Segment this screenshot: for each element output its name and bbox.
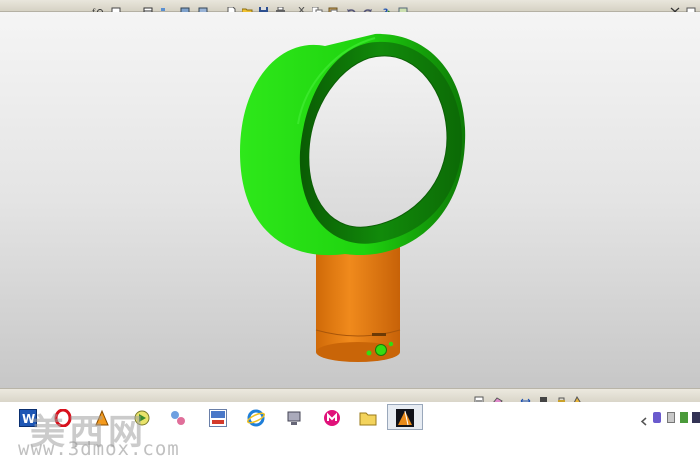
folder-icon <box>359 409 377 427</box>
view-icon[interactable] <box>686 1 697 16</box>
tray-icon[interactable] <box>653 412 661 423</box>
taskbar-app-network[interactable] <box>276 404 310 430</box>
paste-icon[interactable] <box>328 1 339 17</box>
taskbar-app-tools[interactable] <box>160 404 194 430</box>
mode-button[interactable] <box>388 341 394 347</box>
network-icon <box>285 409 303 427</box>
tray-icon[interactable] <box>692 412 700 423</box>
fan-base <box>315 242 401 362</box>
cut-icon[interactable] <box>296 1 307 16</box>
arrow-icon[interactable] <box>640 412 648 426</box>
system-tray <box>640 412 700 426</box>
print-icon[interactable] <box>275 1 286 15</box>
close-window-icon[interactable] <box>670 1 681 16</box>
tray-icon[interactable] <box>680 412 688 423</box>
pdf-icon <box>209 409 227 427</box>
material-icon[interactable] <box>538 391 549 405</box>
media-player-icon <box>323 409 341 427</box>
watermark-url: www.3dmox.com <box>18 438 180 460</box>
open-folder-icon[interactable] <box>241 1 253 17</box>
taskbar-app-catia[interactable] <box>387 404 423 430</box>
ie-icon <box>246 409 266 427</box>
3d-viewport[interactable] <box>0 12 700 388</box>
formula-icon[interactable]: f <box>92 1 103 17</box>
taskbar-app-pdf[interactable] <box>200 404 234 430</box>
save-icon[interactable] <box>258 1 269 16</box>
view-icon[interactable] <box>198 1 209 16</box>
copy-icon[interactable] <box>311 1 323 17</box>
bladeless-fan-model[interactable] <box>0 12 700 388</box>
new-file-icon[interactable] <box>226 1 237 17</box>
top-toolbar: f ? <box>0 0 700 18</box>
redo-icon[interactable] <box>362 1 373 15</box>
catia-icon <box>396 409 414 427</box>
table-icon[interactable] <box>143 1 154 16</box>
taskbar-app-folder[interactable] <box>350 404 384 430</box>
swap-icon[interactable] <box>474 391 485 406</box>
erase-icon[interactable] <box>492 391 503 407</box>
view-icon[interactable] <box>398 1 409 16</box>
taskbar-app-media-player[interactable] <box>314 404 348 430</box>
view-icon[interactable] <box>180 1 191 16</box>
speed-button[interactable] <box>366 350 372 356</box>
lock-icon[interactable] <box>556 391 567 405</box>
resize-icon[interactable] <box>520 391 531 404</box>
taskbar-app-ie[interactable] <box>238 404 272 430</box>
logo-mark <box>372 333 386 336</box>
comment-icon[interactable] <box>111 1 122 17</box>
help-icon[interactable]: ? <box>382 1 393 18</box>
fan-ring <box>240 33 466 256</box>
power-button[interactable] <box>375 344 387 356</box>
bottom-toolbar <box>0 388 700 407</box>
undo-icon[interactable] <box>346 1 357 15</box>
tree-icon[interactable] <box>160 1 171 15</box>
render-icon[interactable] <box>572 391 583 406</box>
tools-icon <box>169 409 187 427</box>
tray-icon[interactable] <box>667 412 675 423</box>
